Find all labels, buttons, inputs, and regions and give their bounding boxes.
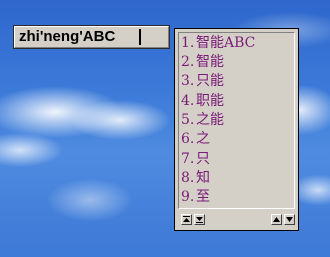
candidate-item-6[interactable]: 6. 之 bbox=[181, 129, 210, 149]
candidate-number: 1. bbox=[181, 35, 195, 51]
candidate-number: 2. bbox=[181, 54, 195, 70]
candidate-item-7[interactable]: 7. 只 bbox=[181, 149, 210, 169]
candidate-text: 只 bbox=[196, 151, 210, 167]
candidate-item-1[interactable]: 1. 智能ABC bbox=[181, 33, 255, 53]
last-page-button[interactable] bbox=[194, 214, 205, 225]
candidate-item-4[interactable]: 4. 职能 bbox=[181, 91, 224, 111]
candidate-text: 职能 bbox=[196, 93, 224, 109]
candidate-number: 7. bbox=[181, 151, 195, 167]
candidate-item-2[interactable]: 2. 智能 bbox=[181, 52, 224, 72]
candidate-item-5[interactable]: 5. 之能 bbox=[181, 110, 224, 130]
composition-box[interactable]: zhi'neng'ABC bbox=[14, 26, 169, 48]
candidate-text: 之 bbox=[196, 131, 210, 147]
candidate-number: 8. bbox=[181, 170, 195, 186]
candidate-item-8[interactable]: 8. 知 bbox=[181, 168, 210, 188]
candidate-text: 之能 bbox=[196, 112, 224, 128]
candidate-text: 智能ABC bbox=[196, 35, 256, 51]
page-up-icon bbox=[273, 217, 280, 222]
page-first-icon bbox=[183, 216, 190, 222]
candidate-number: 3. bbox=[181, 73, 195, 89]
candidate-number: 9. bbox=[181, 189, 195, 205]
page-down-icon bbox=[286, 217, 293, 222]
text-caret bbox=[139, 29, 141, 45]
candidate-text: 只能 bbox=[196, 73, 224, 89]
candidate-window: 1. 智能ABC 2. 智能 3. 只能 4. 职能 5. 之能 6. 之 7. 只 8. 知 … bbox=[174, 28, 299, 231]
candidate-text: 知 bbox=[196, 170, 210, 186]
composition-text: zhi'neng'ABC bbox=[19, 28, 116, 45]
page-last-icon bbox=[196, 217, 203, 223]
candidate-number: 4. bbox=[181, 93, 195, 109]
composition-window: zhi'neng'ABC bbox=[13, 25, 170, 49]
candidate-text: 至 bbox=[196, 189, 210, 205]
candidate-item-3[interactable]: 3. 只能 bbox=[181, 71, 224, 91]
prev-page-button[interactable] bbox=[271, 214, 282, 225]
candidate-number: 5. bbox=[181, 112, 195, 128]
candidate-text: 智能 bbox=[196, 54, 224, 70]
next-page-button[interactable] bbox=[284, 214, 295, 225]
candidate-number: 6. bbox=[181, 131, 195, 147]
first-page-button[interactable] bbox=[181, 214, 192, 225]
candidate-item-9[interactable]: 9. 至 bbox=[181, 187, 210, 207]
candidate-list: 1. 智能ABC 2. 智能 3. 只能 4. 职能 5. 之能 6. 之 7. 只 8. 知 … bbox=[178, 32, 295, 209]
